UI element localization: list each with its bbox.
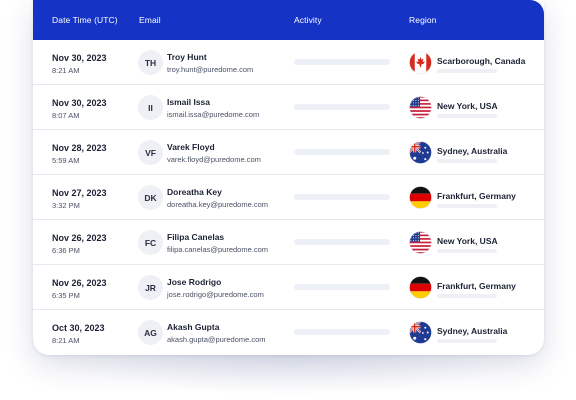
table-row[interactable]: Nov 28, 2023 5:59 AM VF Varek Floyd varek.fl…	[33, 130, 544, 175]
region-placeholder-bar	[437, 294, 497, 298]
region-placeholder-bar	[437, 249, 497, 253]
australia-flag-icon	[409, 141, 432, 164]
row-date: Nov 27, 2023	[52, 188, 107, 198]
germany-flag-icon	[409, 186, 432, 209]
activity-table: Date Time (UTC) Email Activity Region No…	[33, 0, 544, 355]
avatar: VF	[138, 140, 163, 165]
activity-placeholder-bar	[294, 59, 390, 65]
row-time: 8:21 AM	[52, 66, 80, 75]
activity-placeholder-bar	[294, 194, 390, 200]
australia-flag-icon	[409, 321, 432, 344]
row-time: 5:59 AM	[52, 156, 80, 165]
row-date: Nov 26, 2023	[52, 233, 107, 243]
avatar: AG	[138, 320, 163, 345]
row-date: Nov 30, 2023	[52, 53, 107, 63]
table-row[interactable]: Nov 26, 2023 6:35 PM JR Jose Rodrigo jose.ro…	[33, 265, 544, 310]
user-email: filipa.canelas@puredome.com	[167, 245, 268, 254]
region-placeholder-bar	[437, 69, 497, 73]
row-date: Nov 26, 2023	[52, 278, 107, 288]
user-email: troy.hunt@puredome.com	[167, 65, 254, 74]
table-row[interactable]: Nov 26, 2023 6:36 PM FC Filipa Canelas filip…	[33, 220, 544, 265]
row-date: Nov 30, 2023	[52, 98, 107, 108]
user-name: Doreatha Key	[167, 187, 222, 197]
region-label: Frankfurt, Germany	[437, 191, 516, 201]
user-name: Jose Rodrigo	[167, 277, 222, 287]
header-activity: Activity	[294, 15, 322, 25]
usa-flag-icon	[409, 231, 432, 254]
user-name: Ismail Issa	[167, 97, 211, 107]
header-date-time: Date Time (UTC)	[52, 15, 118, 25]
header-email: Email	[139, 15, 161, 25]
user-email: doreatha.key@puredome.com	[167, 200, 269, 209]
region-placeholder-bar	[437, 114, 497, 118]
canada-flag-icon	[409, 51, 432, 74]
usa-flag-icon	[409, 96, 432, 119]
user-name: Troy Hunt	[167, 52, 207, 62]
user-email: akash.gupta@puredome.com	[167, 335, 266, 344]
user-name: Filipa Canelas	[167, 232, 225, 242]
table-header: Date Time (UTC) Email Activity Region	[33, 0, 544, 40]
header-region: Region	[409, 15, 437, 25]
activity-placeholder-bar	[294, 239, 390, 245]
region-label: New York, USA	[437, 101, 498, 111]
row-time: 6:36 PM	[52, 246, 80, 255]
table-row[interactable]: Oct 30, 2023 8:21 AM AG Akash Gupta akash.gu…	[33, 310, 544, 355]
user-email: varek.floyd@puredome.com	[167, 155, 261, 164]
region-label: Scarborough, Canada	[437, 56, 526, 66]
avatar: TH	[138, 50, 163, 75]
region-label: Frankfurt, Germany	[437, 281, 516, 291]
region-placeholder-bar	[437, 204, 497, 208]
region-placeholder-bar	[437, 339, 497, 343]
user-email: ismail.issa@puredome.com	[167, 110, 260, 119]
row-date: Oct 30, 2023	[52, 323, 105, 333]
activity-placeholder-bar	[294, 284, 390, 290]
table-row[interactable]: Nov 27, 2023 3:32 PM DK Doreatha Key doreath…	[33, 175, 544, 220]
row-time: 8:07 AM	[52, 111, 80, 120]
row-time: 3:32 PM	[52, 201, 80, 210]
row-time: 8:21 AM	[52, 336, 80, 345]
user-email: jose.rodrigo@puredome.com	[167, 290, 264, 299]
table-row[interactable]: Nov 30, 2023 8:07 AM II Ismail Issa ismail.i…	[33, 85, 544, 130]
region-placeholder-bar	[437, 159, 497, 163]
row-date: Nov 28, 2023	[52, 143, 107, 153]
table-row[interactable]: Nov 30, 2023 8:21 AM TH Troy Hunt troy.hunt@…	[33, 40, 544, 85]
avatar: DK	[138, 185, 163, 210]
user-name: Akash Gupta	[167, 322, 220, 332]
row-time: 6:35 PM	[52, 291, 80, 300]
avatar: II	[138, 95, 163, 120]
activity-placeholder-bar	[294, 329, 390, 335]
region-label: Sydney, Australia	[437, 326, 508, 336]
region-label: Sydney, Australia	[437, 146, 508, 156]
avatar: JR	[138, 275, 163, 300]
user-name: Varek Floyd	[167, 142, 215, 152]
activity-placeholder-bar	[294, 149, 390, 155]
avatar: FC	[138, 230, 163, 255]
activity-placeholder-bar	[294, 104, 390, 110]
region-label: New York, USA	[437, 236, 498, 246]
germany-flag-icon	[409, 276, 432, 299]
